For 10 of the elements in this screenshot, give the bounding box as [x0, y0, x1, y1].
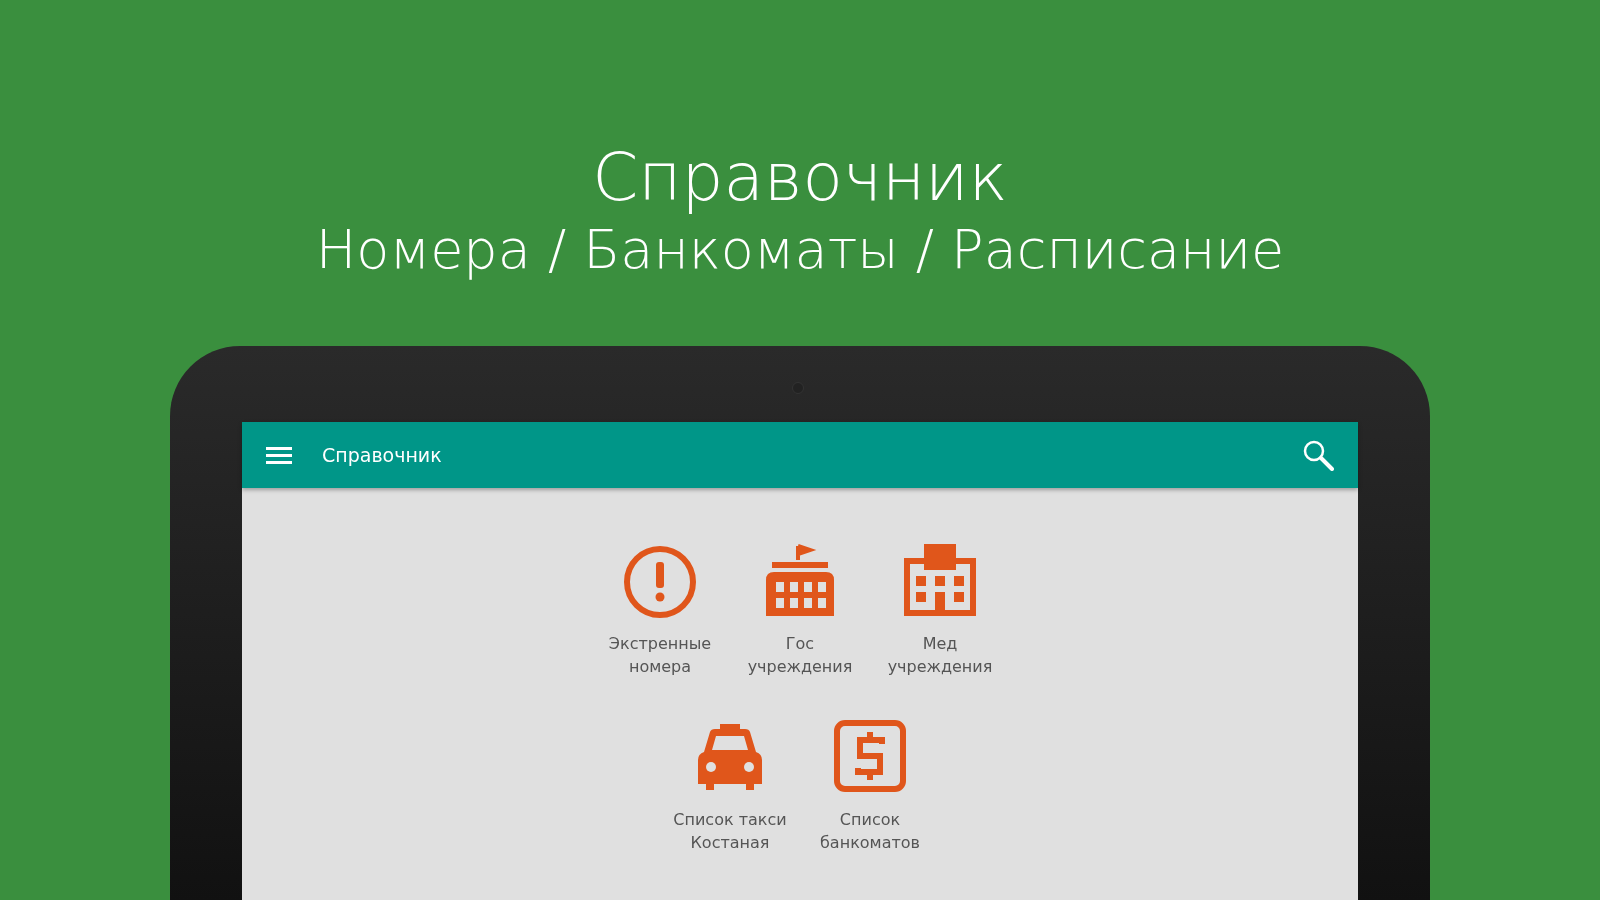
item-label[interactable]: Мед учреждения [887, 632, 993, 678]
app-title: Справочник [322, 444, 443, 466]
search-icon[interactable] [1302, 439, 1334, 471]
item-label[interactable]: Гос учреждения [747, 632, 853, 678]
headline-title: Справочник [592, 140, 1008, 216]
headline-subtitle: Номера / Банкоматы / Расписание [315, 217, 1285, 283]
item-label[interactable]: Список такси Костаная [673, 808, 787, 854]
item-label[interactable]: Экстренные номера [608, 632, 712, 678]
menu-icon[interactable] [266, 445, 292, 465]
item-label[interactable]: Список банкоматов [820, 808, 920, 854]
